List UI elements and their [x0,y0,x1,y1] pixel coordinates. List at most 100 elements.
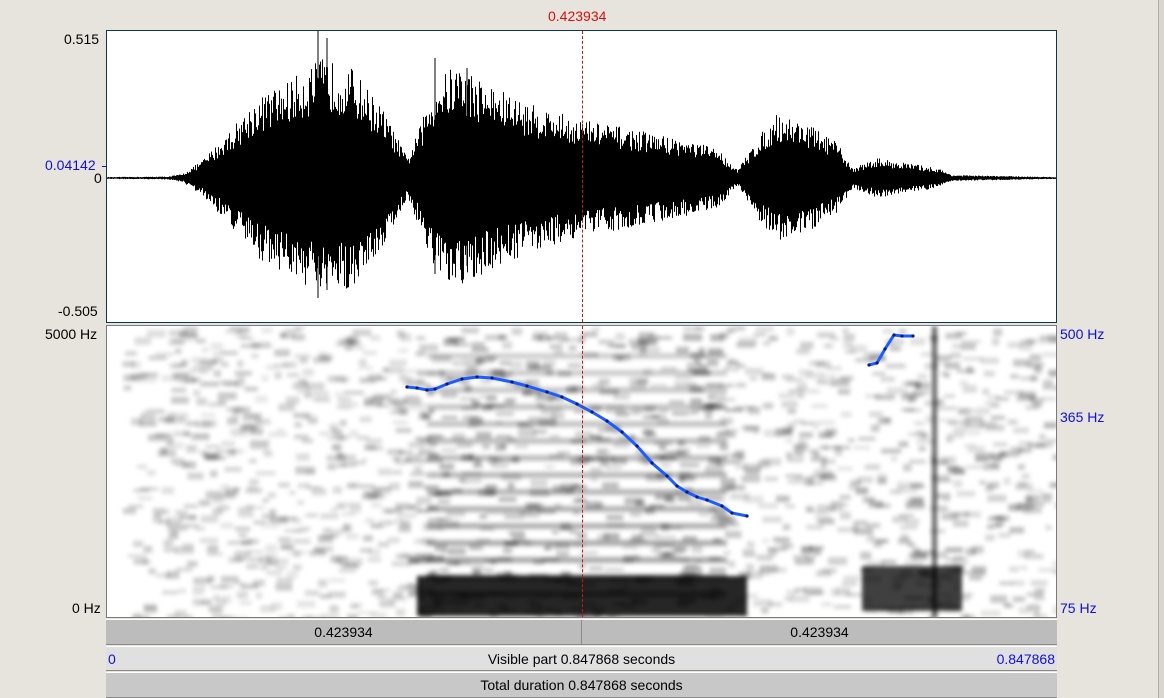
spectrogram-energy [239,336,254,340]
spectrogram-energy [900,525,918,530]
spectrogram-energy [373,393,394,397]
spectrogram-energy [262,498,269,503]
waveform-panel[interactable] [106,30,1057,323]
spectrogram-energy [856,487,869,494]
spectrogram-energy [479,514,487,519]
spectrogram-energy [130,373,149,379]
selection-duration-bar[interactable]: 0.423934 0.423934 [106,619,1057,645]
spectrogram-energy [874,394,895,401]
total-duration-bar[interactable]: Total duration 0.847868 seconds [106,672,1057,698]
spectrogram-energy [390,389,397,395]
spectrogram-energy [786,452,793,458]
spectrogram-energy [127,554,147,558]
spectrogram-energy [782,524,791,531]
spectrogram-energy [947,465,960,471]
spectrogram-energy [313,548,326,554]
spectrogram-energy [936,399,945,406]
spectrogram-energy [1038,613,1048,617]
spectrogram-energy [386,509,394,514]
spectrogram-energy [675,375,693,380]
spectrogram-energy [208,606,223,613]
spectrogram-energy [877,478,887,485]
spectrogram-energy [864,464,881,470]
spectrogram-energy [193,364,214,369]
spectrogram-energy [182,542,194,550]
spectrogram-energy [211,357,224,362]
spectrogram-energy [461,327,479,334]
spectrogram-energy [843,575,860,581]
spectrogram-energy [491,463,509,469]
spectrogram-energy [346,502,361,508]
spectrogram-energy [389,359,407,367]
spectrogram-energy [992,337,1000,346]
spectrogram-energy [207,574,215,583]
spectrogram-energy [186,444,197,453]
spectrogram-energy [227,449,236,457]
pitch-point [650,461,654,465]
spectrogram-energy [815,515,832,522]
pitch-point [560,395,564,399]
spectrogram-energy [817,504,836,513]
spectrogram-energy [975,456,989,463]
spectrogram-energy [905,408,922,413]
spectrogram-energy [786,377,804,382]
spectrogram-energy [728,358,735,363]
spectrogram-energy [235,380,245,388]
pitch-point [605,419,609,423]
spectrogram-energy [650,548,662,552]
spectrogram-energy [735,326,746,331]
spectrogram-energy [485,395,497,402]
pitch-point [665,474,669,478]
spectrogram-energy [866,560,885,567]
spectrogram-energy [193,389,201,397]
spectrogram-energy [581,331,598,337]
spectrogram-energy [988,516,1006,521]
spectrogram-energy [880,376,895,382]
spectrogram-energy [195,420,212,428]
spectrogram-energy [336,502,347,509]
spectrogram-energy [648,333,659,341]
spectrogram-panel[interactable] [106,325,1057,618]
spectrogram-energy [293,550,301,558]
spectrogram-energy [679,462,700,468]
spectrogram-energy [347,614,358,617]
spectrogram-energy [405,457,426,464]
spectrogram-energy [776,495,790,503]
spectrogram-energy [806,524,824,530]
spectrogram-energy [853,527,874,535]
spectrogram-energy [517,430,537,437]
spectrogram-energy [1004,604,1015,608]
spectrogram-energy [991,415,1005,420]
spectrogram-energy [286,570,299,579]
spectrogram-energy [175,348,182,354]
spectrogram-energy [735,463,747,470]
spectrogram-energy [408,480,424,489]
spectrogram-energy [146,329,166,338]
spectrogram-energy [482,443,490,450]
visible-part-bar[interactable]: 0 Visible part 0.847868 seconds 0.847868 [106,646,1057,671]
spectrogram-energy [591,326,600,331]
pitch-point [415,386,419,390]
spectrogram-energy [724,530,742,539]
spectrogram-energy [839,494,851,500]
spectrogram-energy [296,453,310,461]
left-selection-duration[interactable]: 0.423934 [106,620,581,644]
spectrogram-energy [221,440,236,447]
spectrogram-energy [337,397,352,402]
pitch-point [405,385,409,389]
spectrogram-energy [755,326,774,333]
spectrogram-energy [448,547,466,555]
right-selection-duration[interactable]: 0.423934 [582,620,1057,644]
spectrogram-energy [163,547,177,553]
spectrogram-energy [206,546,219,554]
spectrogram-energy [605,567,624,572]
spectrogram-energy [330,555,348,563]
spectrogram-energy [530,479,548,488]
spectrogram-energy [198,499,211,507]
spectrogram-energy [958,408,976,414]
spectrogram-energy [220,484,231,490]
spectrogram-energy [1045,439,1056,443]
spectrogram-energy [427,523,727,529]
spectrogram-energy [815,361,831,368]
spectrogram-energy [278,403,295,412]
